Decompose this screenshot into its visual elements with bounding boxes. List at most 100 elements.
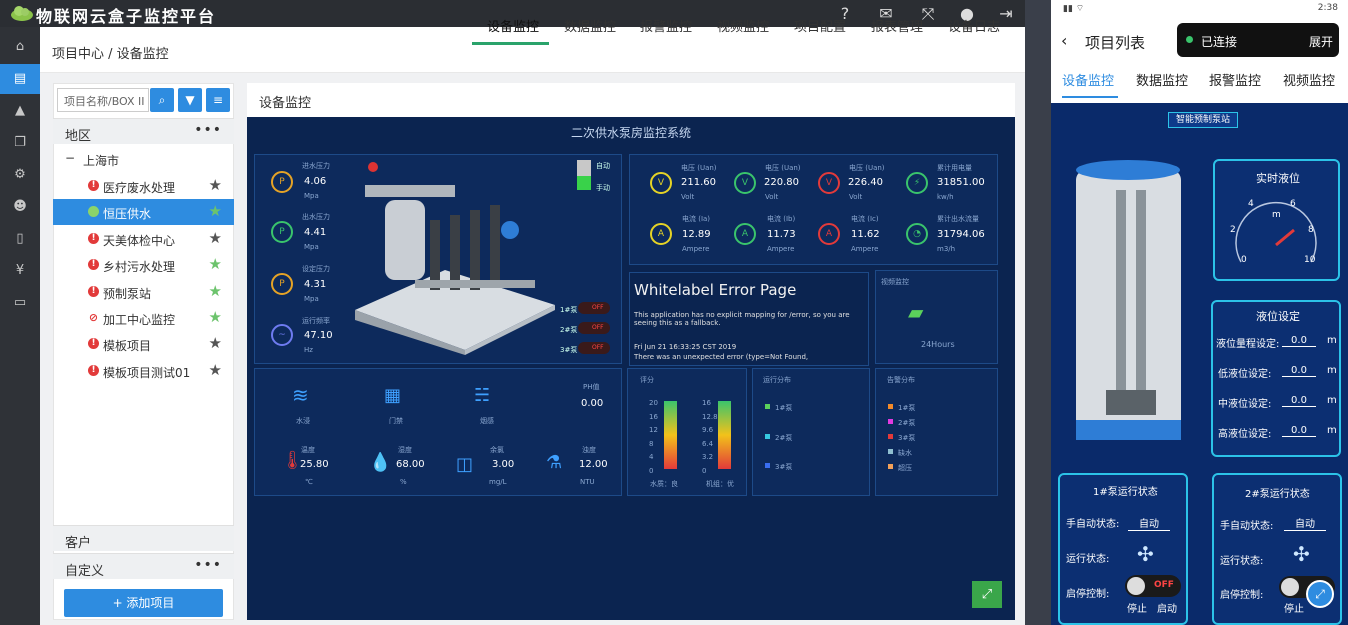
- star-icon[interactable]: ★: [209, 334, 222, 352]
- disconnect-icon: ⊘: [88, 311, 99, 324]
- tree-city[interactable]: − 上海市: [53, 146, 234, 172]
- level-gauge: 0 2 4 6 8 10 m: [1226, 190, 1326, 270]
- fullscreen-fab-icon[interactable]: ⤢: [1306, 580, 1334, 608]
- unit-quality-bar: [718, 401, 731, 469]
- pressure-value: 4.41: [304, 227, 327, 238]
- item-label: 加工中心监控: [103, 313, 176, 327]
- search-input[interactable]: 项目名称/BOX II: [57, 88, 149, 112]
- more-icon[interactable]: •••: [194, 557, 222, 573]
- water-quality-label: 水质：良: [650, 480, 678, 488]
- more-icon[interactable]: •••: [194, 122, 222, 138]
- tab-device-monitor[interactable]: 设备监控: [487, 16, 539, 35]
- flow-unit: m3/h: [937, 245, 956, 253]
- pressure-unit: Mpa: [304, 243, 319, 251]
- pressure-label: 出水压力: [302, 213, 330, 221]
- amp-value: 11.73: [767, 229, 796, 240]
- legend-label: 3#泵: [898, 434, 916, 442]
- low-input[interactable]: 0.0: [1282, 365, 1316, 377]
- tab-project-config[interactable]: 项目配置: [794, 16, 846, 35]
- video-label: 视频监控: [881, 278, 909, 286]
- pump3-toggle[interactable]: OFF: [578, 342, 610, 354]
- tab-data-monitor[interactable]: 数据监控: [564, 16, 616, 35]
- pump2-toggle[interactable]: OFF: [578, 322, 610, 334]
- sensor-label: 水浸: [296, 417, 310, 425]
- star-icon[interactable]: ★: [209, 229, 222, 247]
- high-input[interactable]: 0.0: [1282, 425, 1316, 437]
- amp-label: 电流 (Ib): [767, 215, 796, 223]
- legend-swatch: [888, 404, 893, 409]
- ph-label: PH值: [583, 383, 600, 391]
- pressure-unit: Hz: [304, 346, 313, 354]
- star-icon[interactable]: ★: [209, 361, 222, 379]
- custom-header[interactable]: 自定义 •••: [53, 553, 234, 579]
- settings-icon[interactable]: ⚙: [0, 160, 40, 190]
- list-item[interactable]: ⊘ 加工中心监控 ★: [53, 305, 234, 331]
- ctrl-label: 启停控制:: [1220, 590, 1264, 601]
- yen-icon[interactable]: ¥: [0, 256, 40, 286]
- warning-icon[interactable]: ▲: [0, 96, 40, 126]
- list-item[interactable]: ! 天美体检中心 ★: [53, 226, 234, 252]
- start-label: 启动: [1157, 604, 1177, 615]
- tab-report[interactable]: 报表管理: [871, 16, 923, 35]
- list-item[interactable]: 恒压供水 ★: [53, 199, 234, 225]
- pump1-switch[interactable]: OFF: [1125, 575, 1181, 597]
- region-header[interactable]: 地区 •••: [53, 118, 234, 144]
- tab-video-monitor[interactable]: 视频监控: [717, 16, 769, 35]
- amp-value: 11.62: [851, 229, 880, 240]
- list-item[interactable]: ! 模板项目 ★: [53, 331, 234, 357]
- dashboard-title: 二次供水泵房监控系统: [570, 126, 691, 140]
- pressure-gauge-icon: P: [271, 171, 293, 193]
- range-input[interactable]: 0.0: [1282, 335, 1316, 347]
- connection-banner[interactable]: 已连接 展开: [1177, 23, 1339, 57]
- back-icon[interactable]: ‹: [1061, 31, 1067, 50]
- mode-value: 自动: [1284, 515, 1326, 531]
- copy-icon[interactable]: ❐: [0, 128, 40, 158]
- mobile-tab-data[interactable]: 数据监控: [1136, 70, 1188, 89]
- item-label: 乡村污水处理: [103, 260, 176, 274]
- star-icon[interactable]: ★: [209, 202, 222, 220]
- tab-alarm-monitor[interactable]: 报警监控: [640, 16, 692, 35]
- filter-button[interactable]: ▼: [178, 88, 202, 112]
- sensor-value: 25.80: [300, 459, 329, 470]
- humidity-icon: 💧: [369, 452, 392, 473]
- book-icon[interactable]: ▯: [0, 224, 40, 254]
- list-item[interactable]: ! 模板项目测试01 ★: [53, 358, 234, 384]
- pump-station-image: [1076, 160, 1181, 440]
- mode-label: 手自动状态:: [1220, 521, 1274, 532]
- mobile-tab-video[interactable]: 视频监控: [1283, 70, 1335, 89]
- users-icon[interactable]: ☻: [0, 192, 40, 222]
- star-icon[interactable]: ★: [209, 308, 222, 326]
- star-icon[interactable]: ★: [209, 176, 222, 194]
- expand-label[interactable]: 展开: [1309, 33, 1333, 50]
- home-icon[interactable]: ⌂: [0, 32, 40, 62]
- search-button[interactable]: ⌕: [150, 88, 174, 112]
- manual-label: 手动: [596, 184, 610, 192]
- mobile-tab-device[interactable]: 设备监控: [1062, 70, 1114, 89]
- star-icon[interactable]: ★: [209, 255, 222, 273]
- legend-swatch: [888, 449, 893, 454]
- sensor-value: 3.00: [492, 459, 515, 470]
- expand-button[interactable]: ⤢: [972, 581, 1002, 608]
- energy-unit: kw/h: [937, 193, 954, 201]
- sensor-label: 浊度: [582, 446, 596, 454]
- alert-icon: !: [88, 338, 99, 349]
- off-label: OFF: [1154, 580, 1174, 590]
- pressure-unit: Mpa: [304, 295, 319, 303]
- file-icon[interactable]: ▭: [0, 288, 40, 318]
- chart-icon[interactable]: ▤: [0, 64, 40, 94]
- score-axis-1: 20 16 12 8 4 0: [649, 399, 658, 475]
- mobile-tab-alarm[interactable]: 报警监控: [1209, 70, 1261, 89]
- list-item[interactable]: ! 预制泵站 ★: [53, 279, 234, 305]
- sensor-unit: mg/L: [489, 478, 507, 486]
- list-item[interactable]: ! 医疗废水处理 ★: [53, 173, 234, 199]
- star-icon[interactable]: ★: [209, 282, 222, 300]
- tab-device-log[interactable]: 设备日志: [948, 16, 1000, 35]
- pump1-toggle[interactable]: OFF: [578, 302, 610, 314]
- add-project-button[interactable]: + 添加项目: [64, 589, 223, 617]
- list-button[interactable]: ≡: [206, 88, 230, 112]
- ctrl-label: 启停控制:: [1066, 589, 1110, 600]
- customer-header[interactable]: 客户: [53, 525, 234, 551]
- error-title: Whitelabel Error Page: [634, 281, 797, 299]
- list-item[interactable]: ! 乡村污水处理 ★: [53, 252, 234, 278]
- mid-input[interactable]: 0.0: [1282, 395, 1316, 407]
